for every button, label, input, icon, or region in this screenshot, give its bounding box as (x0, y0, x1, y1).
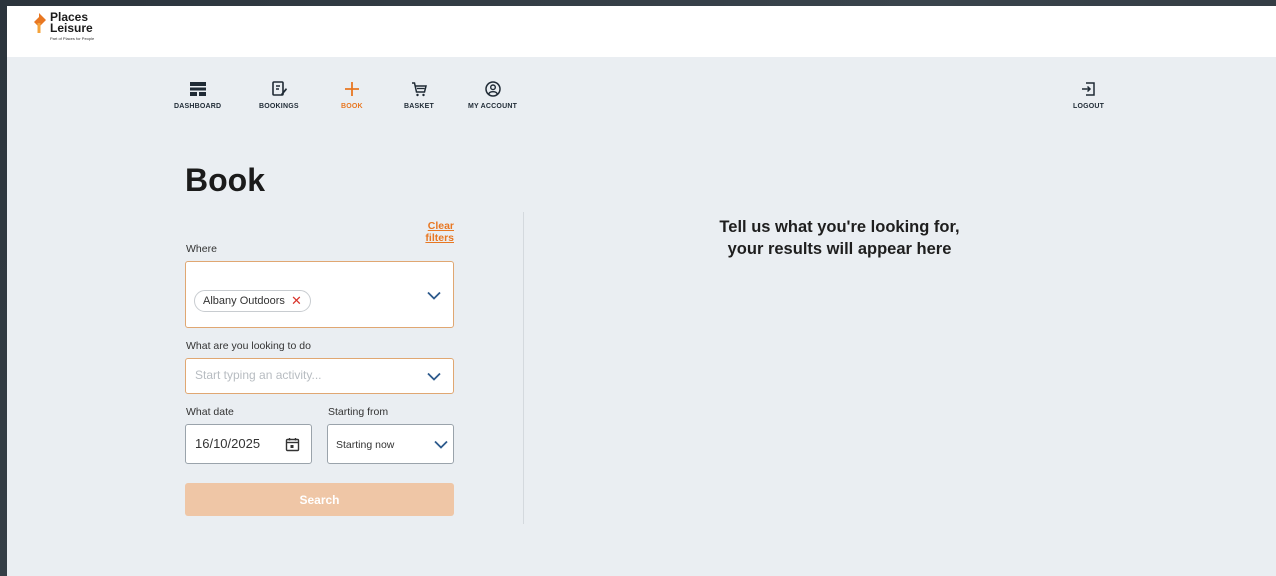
nav-bookings[interactable]: BOOKINGS (259, 80, 299, 110)
bookings-icon (272, 81, 287, 96)
results-message-line1: Tell us what you're looking for, (719, 218, 960, 236)
nav-book-label: BOOK (341, 103, 363, 110)
brand-logo[interactable]: Places Leisure Part of Places for People (31, 11, 95, 41)
nav-dashboard[interactable]: DASHBOARD (174, 80, 221, 110)
logo-mark-icon (31, 12, 47, 34)
nav-bookings-label: BOOKINGS (259, 103, 299, 110)
app-window: Places Leisure Part of Places for People… (7, 6, 1276, 576)
plus-icon (344, 82, 359, 96)
main-nav: DASHBOARD BOOKINGS BOOK BASKET MY ACCOUN… (7, 80, 1276, 120)
chevron-down-icon[interactable] (434, 440, 448, 449)
where-label: Where (186, 243, 217, 255)
calendar-icon[interactable] (285, 437, 300, 452)
chevron-down-icon[interactable] (427, 291, 441, 300)
results-message-line2: your results will appear here (727, 240, 952, 258)
clear-filters-link[interactable]: Clear filters (397, 220, 454, 244)
start-time-select[interactable]: Starting now (327, 424, 454, 464)
chevron-down-icon[interactable] (427, 372, 441, 381)
where-chip: Albany Outdoors ✕ (194, 290, 311, 312)
nav-book[interactable]: BOOK (341, 80, 363, 110)
start-time-value: Starting now (336, 439, 395, 451)
results-placeholder: Tell us what you're looking for, your re… (667, 216, 1012, 260)
basket-icon (411, 82, 427, 97)
page-title: Book (185, 162, 265, 198)
close-icon[interactable]: ✕ (291, 293, 302, 309)
nav-logout[interactable]: LOGOUT (1073, 80, 1104, 110)
nav-my-account[interactable]: MY ACCOUNT (468, 80, 517, 110)
start-label: Starting from (328, 406, 389, 418)
where-chip-label: Albany Outdoors (203, 295, 285, 307)
nav-basket-label: BASKET (404, 103, 434, 110)
top-header: Places Leisure Part of Places for People (7, 6, 1276, 57)
where-select[interactable]: Albany Outdoors ✕ (185, 261, 454, 328)
divider (523, 212, 524, 524)
logo-tagline: Part of Places for People (50, 36, 95, 41)
dashboard-icon (189, 82, 206, 96)
nav-logout-label: LOGOUT (1073, 103, 1105, 110)
date-field[interactable]: 16/10/2025 (185, 424, 312, 464)
nav-basket[interactable]: BASKET (404, 80, 434, 110)
nav-dashboard-label: DASHBOARD (174, 103, 222, 110)
activity-input[interactable]: Start typing an activity... (185, 358, 454, 394)
account-icon (484, 81, 501, 97)
logo-text-leisure: Leisure (50, 21, 93, 35)
date-value: 16/10/2025 (195, 436, 261, 451)
activity-label: What are you looking to do (186, 340, 311, 352)
date-label: What date (186, 406, 234, 418)
activity-placeholder: Start typing an activity... (195, 368, 322, 382)
search-button[interactable]: Search (185, 483, 454, 516)
logout-icon (1081, 82, 1095, 96)
nav-my-account-label: MY ACCOUNT (468, 103, 518, 110)
